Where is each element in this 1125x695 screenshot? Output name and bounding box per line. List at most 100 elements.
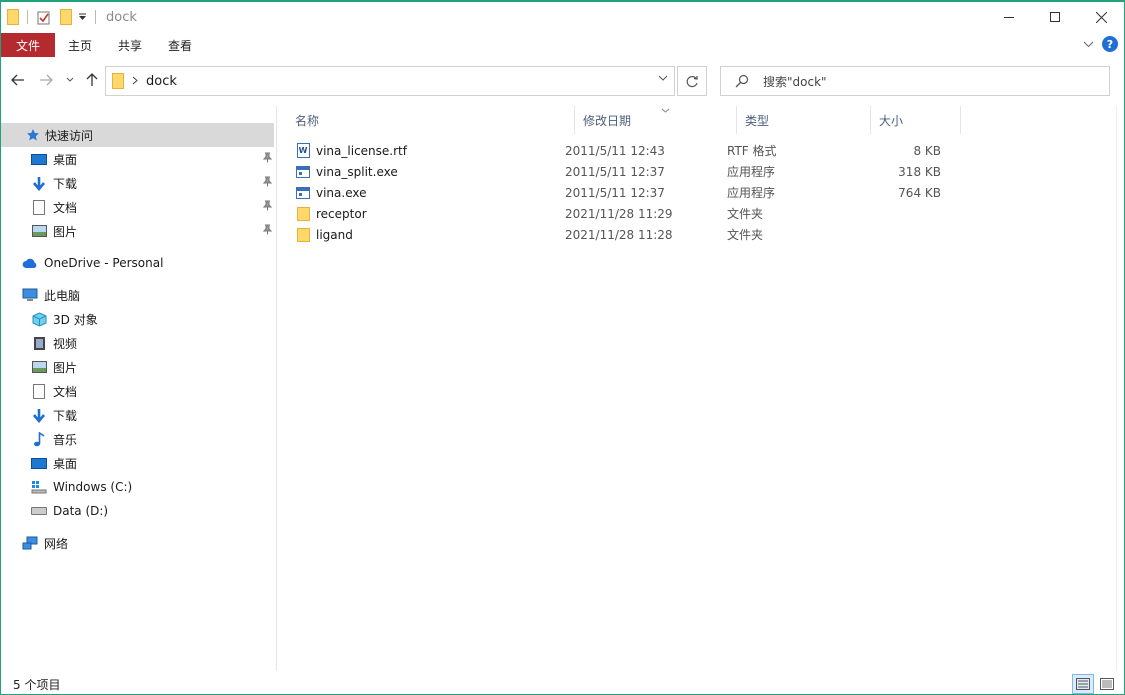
rtf-icon: W [295, 143, 311, 159]
pictures-icon [31, 223, 47, 239]
search-icon [735, 74, 749, 88]
pin-icon[interactable] [262, 176, 273, 190]
sidebar-item-label: 网络 [44, 536, 69, 551]
up-button[interactable] [83, 70, 101, 90]
exe-icon [295, 164, 311, 180]
refresh-button[interactable] [677, 66, 707, 96]
sidebar-item-pictures-pinned[interactable]: 图片 [1, 219, 274, 243]
vertical-scrollbar[interactable] [1116, 106, 1124, 671]
exe-icon [295, 185, 311, 201]
navigation-bar: dock 搜索"dock" [1, 64, 1124, 98]
window-title: dock [106, 9, 137, 25]
video-icon [31, 335, 47, 351]
file-name-cell: W vina_license.rtf [295, 140, 565, 161]
sidebar-item-desktop-pinned[interactable]: 桌面 [1, 147, 274, 171]
search-input[interactable]: 搜索"dock" [763, 73, 827, 90]
sidebar-item-this-pc[interactable]: 此电脑 [1, 283, 274, 307]
search-box[interactable]: 搜索"dock" [720, 66, 1110, 96]
close-button[interactable] [1078, 2, 1124, 32]
sidebar-item-label: 图片 [53, 360, 78, 375]
folder-icon [295, 206, 311, 222]
sidebar-item-music[interactable]: 音乐 [1, 427, 274, 451]
minimize-icon [1004, 16, 1014, 18]
download-icon [31, 407, 47, 423]
details-view-button[interactable] [1072, 674, 1094, 694]
file-type: 应用程序 [727, 165, 776, 179]
pin-icon[interactable] [262, 224, 273, 238]
desktop-icon [31, 151, 47, 167]
tab-home[interactable]: 主页 [55, 33, 105, 57]
sidebar-item-3d-objects[interactable]: 3D 对象 [1, 307, 274, 331]
sidebar-item-onedrive[interactable]: OneDrive - Personal [1, 251, 274, 275]
folder-icon [295, 227, 311, 243]
pin-icon[interactable] [262, 200, 273, 214]
properties-icon[interactable] [36, 9, 52, 25]
file-row[interactable]: ligand 2021/11/28 11:28 文件夹 [295, 224, 941, 245]
file-size [861, 203, 941, 224]
tab-view[interactable]: 查看 [155, 33, 205, 57]
sidebar-item-downloads[interactable]: 下载 [1, 403, 274, 427]
file-name-cell: ligand [295, 224, 565, 245]
sidebar-item-pictures[interactable]: 图片 [1, 355, 274, 379]
file-row[interactable]: vina.exe 2011/5/11 12:37 应用程序 764 KB [295, 182, 941, 203]
file-name: ligand [316, 227, 353, 242]
minimize-button[interactable] [986, 2, 1032, 32]
sidebar-item-downloads-pinned[interactable]: 下载 [1, 171, 274, 195]
pin-icon[interactable] [262, 152, 273, 166]
sidebar-item-documents[interactable]: 文档 [1, 379, 274, 403]
sidebar-item-label: OneDrive - Personal [44, 256, 164, 270]
chevron-down-icon [66, 77, 74, 82]
address-bar[interactable]: dock [105, 66, 675, 96]
large-icons-view-button[interactable] [1096, 674, 1118, 694]
file-name: receptor [316, 206, 367, 221]
breadcrumb-dock[interactable]: dock [146, 74, 177, 89]
new-folder-icon[interactable] [60, 9, 72, 25]
sidebar-item-label: 音乐 [53, 432, 78, 447]
file-row[interactable]: receptor 2021/11/28 11:29 文件夹 [295, 203, 941, 224]
maximize-button[interactable] [1032, 2, 1078, 32]
file-row[interactable]: W vina_license.rtf 2011/5/11 12:43 RTF 格… [295, 140, 941, 161]
file-type: 应用程序 [727, 186, 776, 200]
file-row[interactable]: vina_split.exe 2011/5/11 12:37 应用程序 318 … [295, 161, 941, 182]
large-icons-view-icon [1100, 678, 1114, 690]
folder-icon [7, 9, 19, 25]
tab-file[interactable]: 文件 [1, 33, 55, 57]
address-dropdown-icon[interactable] [658, 74, 668, 85]
column-header-size[interactable]: 大小 [871, 106, 961, 134]
view-switcher [1072, 674, 1118, 694]
file-size: 318 KB [898, 164, 941, 179]
sidebar-item-quick-access[interactable]: 快速访问 [1, 123, 274, 147]
ribbon-tabs: 文件 主页 共享 查看 ? [1, 32, 1124, 58]
sidebar-item-label: 桌面 [53, 456, 78, 471]
download-icon [31, 175, 47, 191]
sidebar-item-label: 图片 [53, 224, 78, 239]
file-size [861, 224, 941, 245]
drive-icon [31, 503, 47, 519]
file-size: 764 KB [898, 185, 941, 200]
qat-dropdown-icon[interactable] [78, 12, 87, 22]
column-header-type[interactable]: 类型 [737, 106, 871, 134]
tab-share[interactable]: 共享 [105, 33, 155, 57]
sidebar-item-videos[interactable]: 视频 [1, 331, 274, 355]
forward-button[interactable] [37, 70, 55, 90]
title-bar: dock [1, 2, 1124, 32]
breadcrumb-chevron-icon[interactable] [132, 75, 138, 88]
sidebar-item-network[interactable]: 网络 [1, 531, 274, 555]
sidebar-item-label: Windows (C:) [53, 480, 133, 494]
back-button[interactable] [9, 70, 27, 90]
expand-ribbon-icon[interactable] [1083, 38, 1094, 51]
music-icon [31, 431, 47, 447]
sidebar-item-drive-d[interactable]: Data (D:) [1, 499, 274, 523]
explorer-window: dock 文件 主页 共享 查看 ? dock 搜索"dock" 快速访问 桌面… [0, 0, 1125, 695]
file-date: 2011/5/11 12:37 [565, 185, 665, 200]
column-header-row: 名称 修改日期 类型 大小 [287, 106, 961, 134]
help-icon[interactable]: ? [1102, 36, 1118, 52]
column-header-date[interactable]: 修改日期 [575, 106, 737, 134]
sidebar-item-documents-pinned[interactable]: 文档 [1, 195, 274, 219]
windows-drive-icon [31, 479, 47, 495]
sidebar-item-desktop[interactable]: 桌面 [1, 451, 274, 475]
recent-locations-button[interactable] [63, 70, 77, 90]
column-header-name[interactable]: 名称 [287, 106, 575, 134]
sidebar-item-drive-c[interactable]: Windows (C:) [1, 475, 274, 499]
file-type: RTF 格式 [727, 144, 777, 158]
